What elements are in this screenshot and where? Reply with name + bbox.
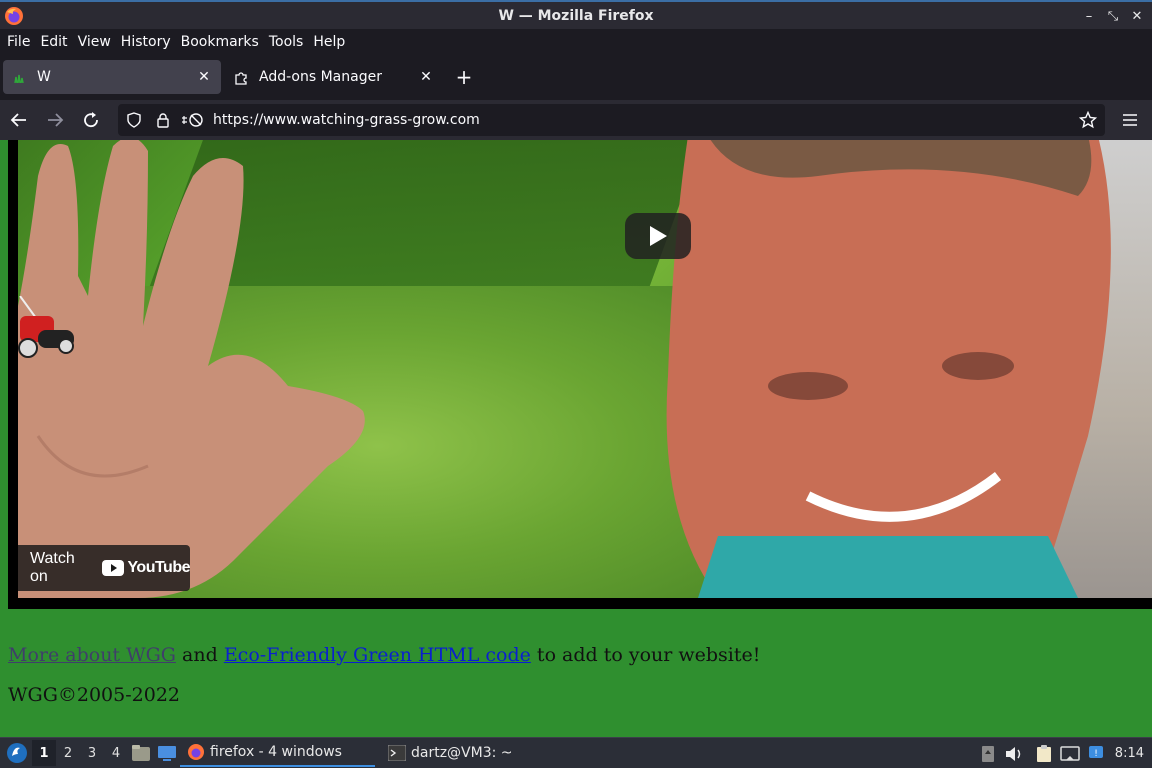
notification-icon[interactable]: ! (1083, 741, 1109, 767)
video-play-button[interactable] (625, 213, 691, 259)
file-manager-icon[interactable] (128, 740, 154, 766)
video-scene-smiling-face (666, 140, 1111, 598)
taskbar-task-firefox[interactable]: firefox - 4 windows (180, 739, 375, 767)
tab-close-icon[interactable]: ✕ (417, 68, 435, 86)
puzzle-icon (233, 69, 249, 85)
forward-button[interactable] (38, 104, 72, 136)
clipboard-icon[interactable] (1031, 741, 1057, 767)
window-controls: – ⤡ ✕ (1080, 7, 1146, 25)
storage-icon[interactable] (975, 741, 1001, 767)
new-tab-button[interactable]: + (449, 62, 479, 92)
volume-icon[interactable] (1001, 741, 1027, 767)
task-label: firefox - 4 windows (210, 744, 342, 760)
terminal-icon (387, 743, 407, 763)
page-content: Watch on YouTube More about WGG and Eco-… (0, 140, 1152, 737)
workspace-4[interactable]: 4 (104, 740, 128, 766)
reload-button[interactable] (74, 104, 108, 136)
tab-w[interactable]: W ✕ (3, 60, 221, 94)
show-desktop-icon[interactable] (154, 740, 180, 766)
shield-icon[interactable] (121, 107, 147, 133)
workspace-3[interactable]: 3 (80, 740, 104, 766)
taskbar: 1 2 3 4 firefox - 4 windows dartz@VM3: ~ (0, 737, 1152, 768)
tab-label: W (37, 69, 51, 85)
menu-view[interactable]: View (73, 34, 116, 50)
reload-icon (84, 112, 98, 128)
start-menu-button[interactable] (2, 739, 32, 767)
minimize-icon[interactable]: – (1080, 7, 1098, 25)
back-button[interactable] (2, 104, 36, 136)
menu-edit[interactable]: Edit (35, 34, 72, 50)
url-text: https://www.watching-grass-grow.com (213, 112, 480, 128)
play-icon (650, 226, 667, 246)
tab-addons-manager[interactable]: Add-ons Manager ✕ (225, 60, 443, 94)
forward-arrow-icon (48, 113, 64, 127)
firefox-icon (186, 742, 206, 762)
lawn-mower-icon (18, 296, 74, 358)
window-title: W — Mozilla Firefox (498, 7, 654, 24)
video-embed-frame: Watch on YouTube (8, 140, 1152, 609)
tab-close-icon[interactable]: ✕ (195, 68, 213, 86)
close-icon[interactable]: ✕ (1128, 7, 1146, 25)
youtube-wordmark: YouTube (127, 559, 190, 576)
text-tail: to add to your website! (530, 644, 761, 666)
workspace-1[interactable]: 1 (32, 740, 56, 766)
text-and: and (176, 644, 224, 666)
grass-favicon-icon (11, 69, 27, 85)
window-titlebar: W — Mozilla Firefox – ⤡ ✕ (0, 0, 1152, 29)
clock: 8:14 (1114, 746, 1144, 761)
task-label: dartz@VM3: ~ (411, 745, 513, 761)
eco-friendly-html-link[interactable]: Eco-Friendly Green HTML code (224, 644, 531, 666)
tracking-blocked-icon[interactable] (179, 107, 205, 133)
more-about-wgg-link[interactable]: More about WGG (8, 644, 176, 666)
system-tray: ! 8:14 (975, 738, 1152, 768)
youtube-logo: YouTube (102, 559, 190, 577)
workspace-2[interactable]: 2 (56, 740, 80, 766)
promo-sentence: More about WGG and Eco-Friendly Green HT… (8, 644, 760, 666)
network-icon[interactable] (1057, 741, 1083, 767)
tab-strip: W ✕ Add-ons Manager ✕ + (0, 54, 1152, 100)
url-bar[interactable]: https://www.watching-grass-grow.com (118, 104, 1105, 136)
menu-tools[interactable]: Tools (264, 34, 309, 50)
linux-distro-logo-icon (7, 743, 27, 763)
taskbar-task-terminal[interactable]: dartz@VM3: ~ (381, 739, 519, 767)
video-scene-waving-hand (18, 140, 365, 598)
menu-file[interactable]: File (2, 34, 35, 50)
bookmark-star-icon[interactable] (1073, 105, 1103, 135)
youtube-play-icon (102, 560, 125, 576)
navigation-toolbar: https://www.watching-grass-grow.com (0, 100, 1152, 140)
menu-bookmarks[interactable]: Bookmarks (176, 34, 264, 50)
menu-help[interactable]: Help (308, 34, 350, 50)
tab-label: Add-ons Manager (259, 69, 382, 85)
watch-on-label: Watch on (30, 550, 75, 585)
app-menu-icon[interactable] (1118, 108, 1142, 132)
watch-on-youtube-button[interactable]: Watch on YouTube (18, 545, 190, 591)
menu-history[interactable]: History (116, 34, 176, 50)
svg-text:!: ! (1094, 749, 1098, 759)
menu-bar: File Edit View History Bookmarks Tools H… (0, 29, 1152, 54)
firefox-logo-icon (5, 7, 23, 25)
back-arrow-icon (10, 113, 26, 127)
copyright-text: WGG©2005-2022 (8, 684, 181, 706)
youtube-video-player[interactable]: Watch on YouTube (18, 140, 1152, 598)
lock-icon[interactable] (150, 107, 176, 133)
maximize-icon[interactable]: ⤡ (1104, 7, 1122, 25)
